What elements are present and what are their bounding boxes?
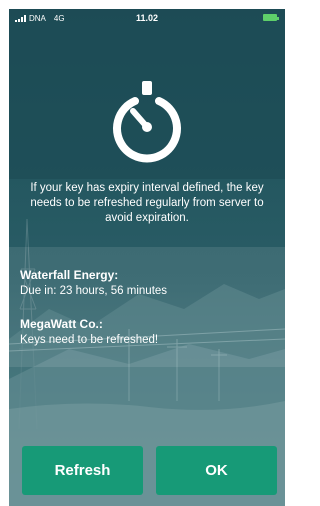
battery-icon — [263, 14, 279, 21]
refresh-button[interactable]: Refresh — [22, 446, 143, 495]
ok-button[interactable]: OK — [156, 446, 277, 495]
status-bar: DNA 4G 11.02 — [9, 9, 285, 27]
key-name-megawatt: MegaWatt Co.: — [20, 317, 103, 331]
key-status-waterfall: Due in: 23 hours, 56 minutes — [20, 285, 168, 297]
key-name-waterfall: Waterfall Energy: — [20, 268, 119, 282]
app-screen: DNA 4G 11.02 If your key has expiry inte… — [9, 9, 285, 506]
keys-panel — [9, 247, 285, 367]
timer-icon — [113, 81, 181, 163]
key-status-megawatt: Keys need to be refreshed! — [20, 334, 159, 346]
expiry-info-text: If your key has expiry interval defined,… — [30, 182, 264, 224]
status-time: 11.02 — [135, 13, 159, 23]
